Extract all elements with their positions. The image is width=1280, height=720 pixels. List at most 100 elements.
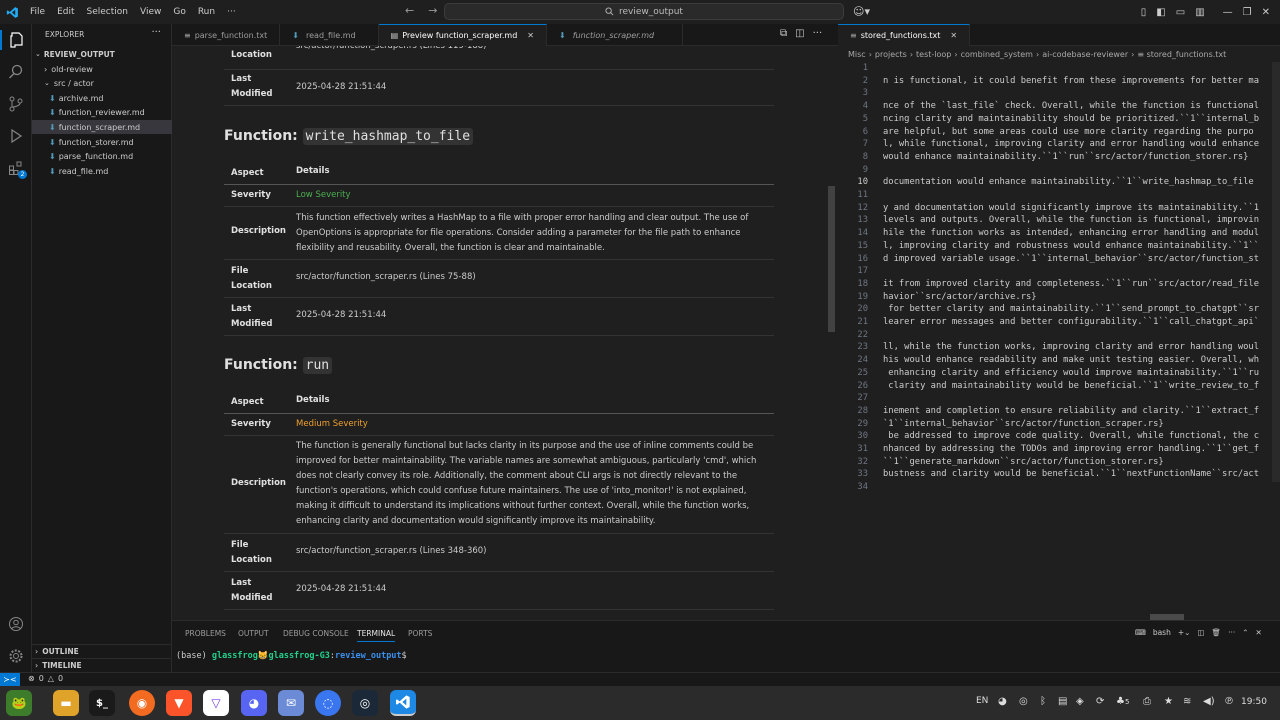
preview-scrollbar-thumb[interactable]	[828, 186, 835, 332]
code-editor[interactable]: 12n is functional, it could benefit from…	[838, 62, 1280, 620]
updates-icon[interactable]: ⟳	[1096, 696, 1104, 707]
breadcrumb-combined-system[interactable]: combined_system	[961, 50, 1033, 59]
folder-src-actor[interactable]: ⌄ src / actor	[32, 76, 172, 90]
wifi-icon[interactable]: ≋	[1183, 696, 1191, 707]
menu-go[interactable]: Go	[167, 7, 191, 17]
code-line[interactable]: y and documentation would significantly …	[883, 203, 1259, 213]
explorer-icon[interactable]	[0, 30, 32, 50]
code-line[interactable]: nhanced by addressing the TODOs and impr…	[883, 444, 1259, 454]
paypal-tray-icon[interactable]: ℗	[1224, 696, 1234, 707]
layout-icon[interactable]: ▥	[1195, 7, 1204, 18]
more-actions-icon[interactable]: ···	[813, 28, 823, 39]
notifications-icon[interactable]: ♣5	[1116, 696, 1129, 707]
code-line[interactable]: would enhance maintainability.``1``run``…	[883, 152, 1248, 162]
new-terminal-icon[interactable]: +⌄	[1178, 628, 1191, 637]
code-line[interactable]: learer error messages and better configu…	[883, 317, 1259, 327]
code-line[interactable]: be addressed to improve code quality. Ov…	[883, 431, 1259, 441]
tab-function-scraper-md[interactable]: ⬇ function_scraper.md	[547, 24, 684, 46]
breadcrumb-file[interactable]: ≡ stored_functions.txt	[1137, 50, 1226, 59]
forward-arrow-icon[interactable]: →	[428, 4, 437, 17]
menu-view[interactable]: View	[134, 7, 167, 17]
minimize-icon[interactable]: —	[1223, 7, 1233, 18]
file-function-reviewer-md[interactable]: ⬇ function_reviewer.md	[32, 105, 172, 119]
obsidian-icon[interactable]: ▽	[203, 690, 229, 716]
printer-icon[interactable]: ⎙	[1143, 696, 1151, 707]
signal-icon[interactable]: ◌	[315, 690, 341, 716]
minimap-slider[interactable]	[1272, 62, 1280, 482]
files-app-icon[interactable]: ▬	[53, 690, 79, 716]
breadcrumb-test-loop[interactable]: test-loop	[916, 50, 951, 59]
code-line[interactable]: are helpful, but some areas could use mo…	[883, 127, 1254, 137]
extensions-icon[interactable]: 2	[6, 158, 27, 179]
steam-tray-icon[interactable]: ◎	[1019, 696, 1028, 707]
open-source-icon[interactable]: ⧉	[780, 28, 787, 39]
menu-edit[interactable]: Edit	[51, 7, 80, 17]
file-read-file-md[interactable]: ⬇ read_file.md	[32, 164, 172, 178]
manage-gear-icon[interactable]	[6, 646, 26, 666]
explorer-more-icon[interactable]: ···	[151, 27, 161, 38]
menu-more[interactable]: ···	[221, 7, 242, 17]
close-panel-icon[interactable]: ✕	[1256, 628, 1262, 637]
split-editor-icon[interactable]: ◫	[795, 28, 804, 39]
tab-read-file-md[interactable]: ⬇ read_file.md	[280, 24, 379, 46]
ubuntu-software-icon[interactable]: ◉	[129, 690, 155, 716]
panel-tab-problems[interactable]: PROBLEMS	[185, 629, 226, 638]
more-panel-icon[interactable]: ···	[1228, 628, 1235, 637]
panel-tab-output[interactable]: OUTPUT	[238, 629, 269, 638]
code-line[interactable]: bustness and clarity would be beneficial…	[883, 469, 1259, 479]
breadcrumb-ai-codebase-reviewer[interactable]: ai-codebase-reviewer	[1042, 50, 1128, 59]
account-icon[interactable]	[6, 614, 26, 634]
tab-stored-functions-txt[interactable]: ≡ stored_functions.txt ✕	[838, 24, 971, 46]
maximize-panel-icon[interactable]: ⌃	[1242, 628, 1248, 637]
tab-parse-function-txt[interactable]: ≡ parse_function.txt	[172, 24, 281, 46]
frog-start-icon[interactable]: 🐸	[6, 690, 32, 716]
code-line[interactable]: hile the function works as intended, enh…	[883, 228, 1259, 238]
volume-icon[interactable]: ◀)	[1203, 696, 1215, 707]
timeline-section[interactable]: › TIMELINE	[32, 658, 172, 672]
panel-tab-ports[interactable]: PORTS	[408, 629, 432, 638]
menu-run[interactable]: Run	[192, 7, 221, 17]
terminal-prompt[interactable]: (base) glassfrog😸glassfrog-G3:review_out…	[176, 651, 407, 661]
panel-tab-debug-console[interactable]: DEBUG CONSOLE	[283, 629, 349, 638]
vscode-app-icon[interactable]	[390, 690, 416, 716]
file-function-scraper-md[interactable]: ⬇ function_scraper.md	[32, 120, 172, 134]
breadcrumb-projects[interactable]: projects	[875, 50, 907, 59]
folder-old-review[interactable]: › old-review	[32, 62, 172, 76]
code-line[interactable]: his would enhance readability and make u…	[883, 355, 1259, 365]
file-parse-function-md[interactable]: ⬇ parse_function.md	[32, 149, 172, 163]
command-center[interactable]: review_output	[444, 3, 844, 20]
close-tab-icon[interactable]: ✕	[527, 31, 534, 40]
tab-preview-function-scraper[interactable]: ▤ Preview function_scraper.md ✕	[378, 24, 547, 46]
remote-icon[interactable]: ≻<	[0, 673, 20, 687]
code-line[interactable]: for better clarity and maintainability.`…	[883, 304, 1259, 314]
problems-status[interactable]: ⊗ 0 △ 0	[28, 674, 63, 683]
menu-file[interactable]: File	[24, 7, 51, 17]
file-function-storer-md[interactable]: ⬇ function_storer.md	[32, 135, 172, 149]
code-line[interactable]: l, improving clarity and robustness woul…	[883, 241, 1259, 251]
code-line[interactable]: clarity and maintainability would be ben…	[883, 381, 1259, 391]
file-archive-md[interactable]: ⬇ archive.md	[32, 91, 172, 105]
code-line[interactable]: nce of the `last_file` check. Overall, w…	[883, 101, 1259, 111]
close-tab-icon[interactable]: ✕	[950, 31, 957, 40]
source-control-icon[interactable]	[6, 94, 26, 114]
search-icon[interactable]	[6, 62, 26, 82]
restore-icon[interactable]: ❐	[1243, 7, 1252, 18]
code-line[interactable]: ll, while the function works, improving …	[883, 342, 1259, 352]
code-line[interactable]: l, while functional, improving clarity a…	[883, 139, 1259, 149]
code-line[interactable]: havior``src/actor/archive.rs}	[883, 292, 1037, 302]
explorer-root[interactable]: ⌄ REVIEW_OUTPUT	[32, 47, 172, 61]
discord-icon[interactable]: ◕	[241, 690, 267, 716]
copilot-icon[interactable]: ☺▾	[853, 5, 870, 18]
back-arrow-icon[interactable]: ←	[405, 4, 414, 17]
discord-tray-icon[interactable]: ◕	[998, 696, 1007, 707]
split-terminal-icon[interactable]: ◫	[1197, 628, 1204, 637]
brave-browser-icon[interactable]: ▼	[166, 690, 192, 716]
mail-app-icon[interactable]: ✉	[278, 690, 304, 716]
close-window-icon[interactable]: ✕	[1262, 7, 1270, 18]
code-line[interactable]: d improved variable usage.``1``internal_…	[883, 254, 1259, 264]
favorite-star-icon[interactable]: ★	[1164, 696, 1173, 707]
panel-tab-terminal[interactable]: TERMINAL	[357, 629, 396, 642]
terminal-app-icon[interactable]: $_	[89, 690, 115, 716]
menu-selection[interactable]: Selection	[81, 7, 134, 17]
terminal-shell-label[interactable]: bash	[1153, 628, 1171, 637]
